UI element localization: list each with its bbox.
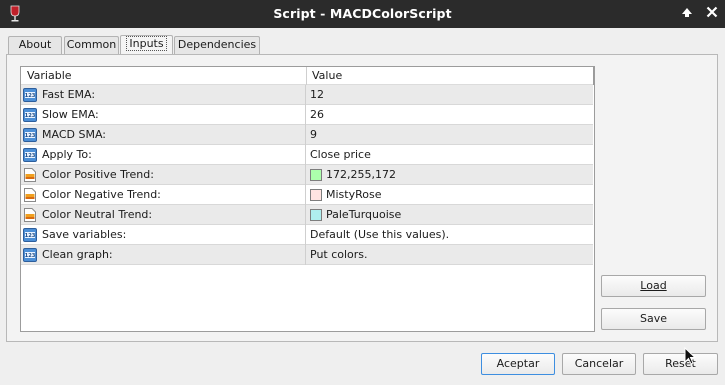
table-row[interactable]: 123 Slow EMA: 26 xyxy=(21,105,593,125)
variable-cell: Color Positive Trend: xyxy=(21,165,306,185)
variable-name: Fast EMA: xyxy=(42,88,96,101)
color-document-icon xyxy=(23,208,37,222)
variable-value[interactable]: PaleTurquoise xyxy=(326,208,401,221)
grid-header: Variable Value xyxy=(21,67,594,85)
variable-value[interactable]: 12 xyxy=(310,88,324,101)
variable-name: Color Negative Trend: xyxy=(42,188,161,201)
variable-cell: 123 Apply To: xyxy=(21,145,306,165)
table-row[interactable]: 123 MACD SMA: 9 xyxy=(21,125,593,145)
table-row[interactable]: Color Positive Trend: 172,255,172 xyxy=(21,165,593,185)
variable-name: Color Neutral Trend: xyxy=(42,208,153,221)
variable-cell: 123 Fast EMA: xyxy=(21,85,306,105)
table-row[interactable]: 123 Apply To: Close price xyxy=(21,145,593,165)
load-button[interactable]: Load xyxy=(601,275,706,297)
window-title: Script - MACDColorScript xyxy=(273,6,452,21)
close-icon[interactable] xyxy=(704,6,720,22)
variable-cell: Color Neutral Trend: xyxy=(21,205,306,225)
numeric-123-icon: 123 xyxy=(23,88,37,102)
svg-text:123: 123 xyxy=(25,113,36,119)
svg-text:123: 123 xyxy=(25,253,36,259)
variable-name: Slow EMA: xyxy=(42,108,99,121)
table-row[interactable]: 123 Save variables: Default (Use this valu… xyxy=(21,225,593,245)
save-button[interactable]: Save xyxy=(601,308,706,330)
accept-button[interactable]: Aceptar xyxy=(481,353,555,375)
variable-value[interactable]: Close price xyxy=(310,148,371,161)
tab-inputs[interactable]: Inputs xyxy=(120,35,173,55)
inputs-grid[interactable]: Variable Value 123 Fast EMA: 12 123 Slow EMA… xyxy=(20,66,595,332)
svg-text:123: 123 xyxy=(25,153,36,159)
color-document-icon xyxy=(23,168,37,182)
variable-value[interactable]: MistyRose xyxy=(326,188,381,201)
cancel-button[interactable]: Cancelar xyxy=(562,353,636,375)
table-row[interactable]: 123 Clean graph: Put colors. xyxy=(21,245,593,265)
column-header-value[interactable]: Value xyxy=(312,69,342,82)
svg-text:123: 123 xyxy=(25,233,36,239)
variable-cell: 123 MACD SMA: xyxy=(21,125,306,145)
tab-label: Inputs xyxy=(126,36,167,51)
variable-name: Apply To: xyxy=(42,148,92,161)
variable-name: Clean graph: xyxy=(42,248,113,261)
tab-common[interactable]: Common xyxy=(64,36,119,54)
scrollbar[interactable] xyxy=(593,67,594,85)
column-divider[interactable] xyxy=(306,67,307,85)
color-swatch[interactable] xyxy=(310,209,322,221)
tab-dependencies[interactable]: Dependencies xyxy=(174,36,260,54)
tab-label: About xyxy=(18,38,52,51)
caret-up-icon[interactable] xyxy=(679,6,695,22)
variable-value[interactable]: Default (Use this values). xyxy=(310,228,449,241)
cancel-button-label: Cancelar xyxy=(574,357,624,370)
variable-value[interactable]: 172,255,172 xyxy=(326,168,396,181)
numeric-123-icon: 123 xyxy=(23,148,37,162)
load-button-label: Load xyxy=(640,279,667,292)
table-row[interactable]: Color Negative Trend: MistyRose xyxy=(21,185,593,205)
tab-about[interactable]: About xyxy=(8,36,62,54)
variable-value[interactable]: 26 xyxy=(310,108,324,121)
color-swatch[interactable] xyxy=(310,169,322,181)
table-row[interactable]: 123 Fast EMA: 12 xyxy=(21,85,593,105)
tab-label: Dependencies xyxy=(177,38,257,51)
color-document-icon xyxy=(23,188,37,202)
title-bar: Script - MACDColorScript xyxy=(0,0,725,28)
numeric-123-icon: 123 xyxy=(23,108,37,122)
variable-name: MACD SMA: xyxy=(42,128,106,141)
variable-cell: 123 Slow EMA: xyxy=(21,105,306,125)
save-button-label: Save xyxy=(639,312,667,325)
variable-name: Color Positive Trend: xyxy=(42,168,154,181)
numeric-123-icon: 123 xyxy=(23,128,37,142)
numeric-123-icon: 123 xyxy=(23,248,37,262)
svg-text:123: 123 xyxy=(25,133,36,139)
svg-text:123: 123 xyxy=(25,93,36,99)
numeric-123-icon: 123 xyxy=(23,228,37,242)
inputs-panel: Variable Value 123 Fast EMA: 12 123 Slow EMA… xyxy=(6,54,718,342)
column-header-variable[interactable]: Variable xyxy=(27,69,72,82)
accept-button-label: Aceptar xyxy=(496,357,540,370)
reset-button[interactable]: Reset xyxy=(643,353,718,375)
table-row[interactable]: Color Neutral Trend: PaleTurquoise xyxy=(21,205,593,225)
variable-cell: 123 Clean graph: xyxy=(21,245,306,265)
variable-value[interactable]: 9 xyxy=(310,128,317,141)
tab-label: Common xyxy=(66,38,117,51)
variable-value[interactable]: Put colors. xyxy=(310,248,368,261)
variable-cell: Color Negative Trend: xyxy=(21,185,306,205)
variable-cell: 123 Save variables: xyxy=(21,225,306,245)
color-swatch[interactable] xyxy=(310,189,322,201)
mouse-pointer-icon xyxy=(684,347,696,365)
variable-name: Save variables: xyxy=(42,228,127,241)
